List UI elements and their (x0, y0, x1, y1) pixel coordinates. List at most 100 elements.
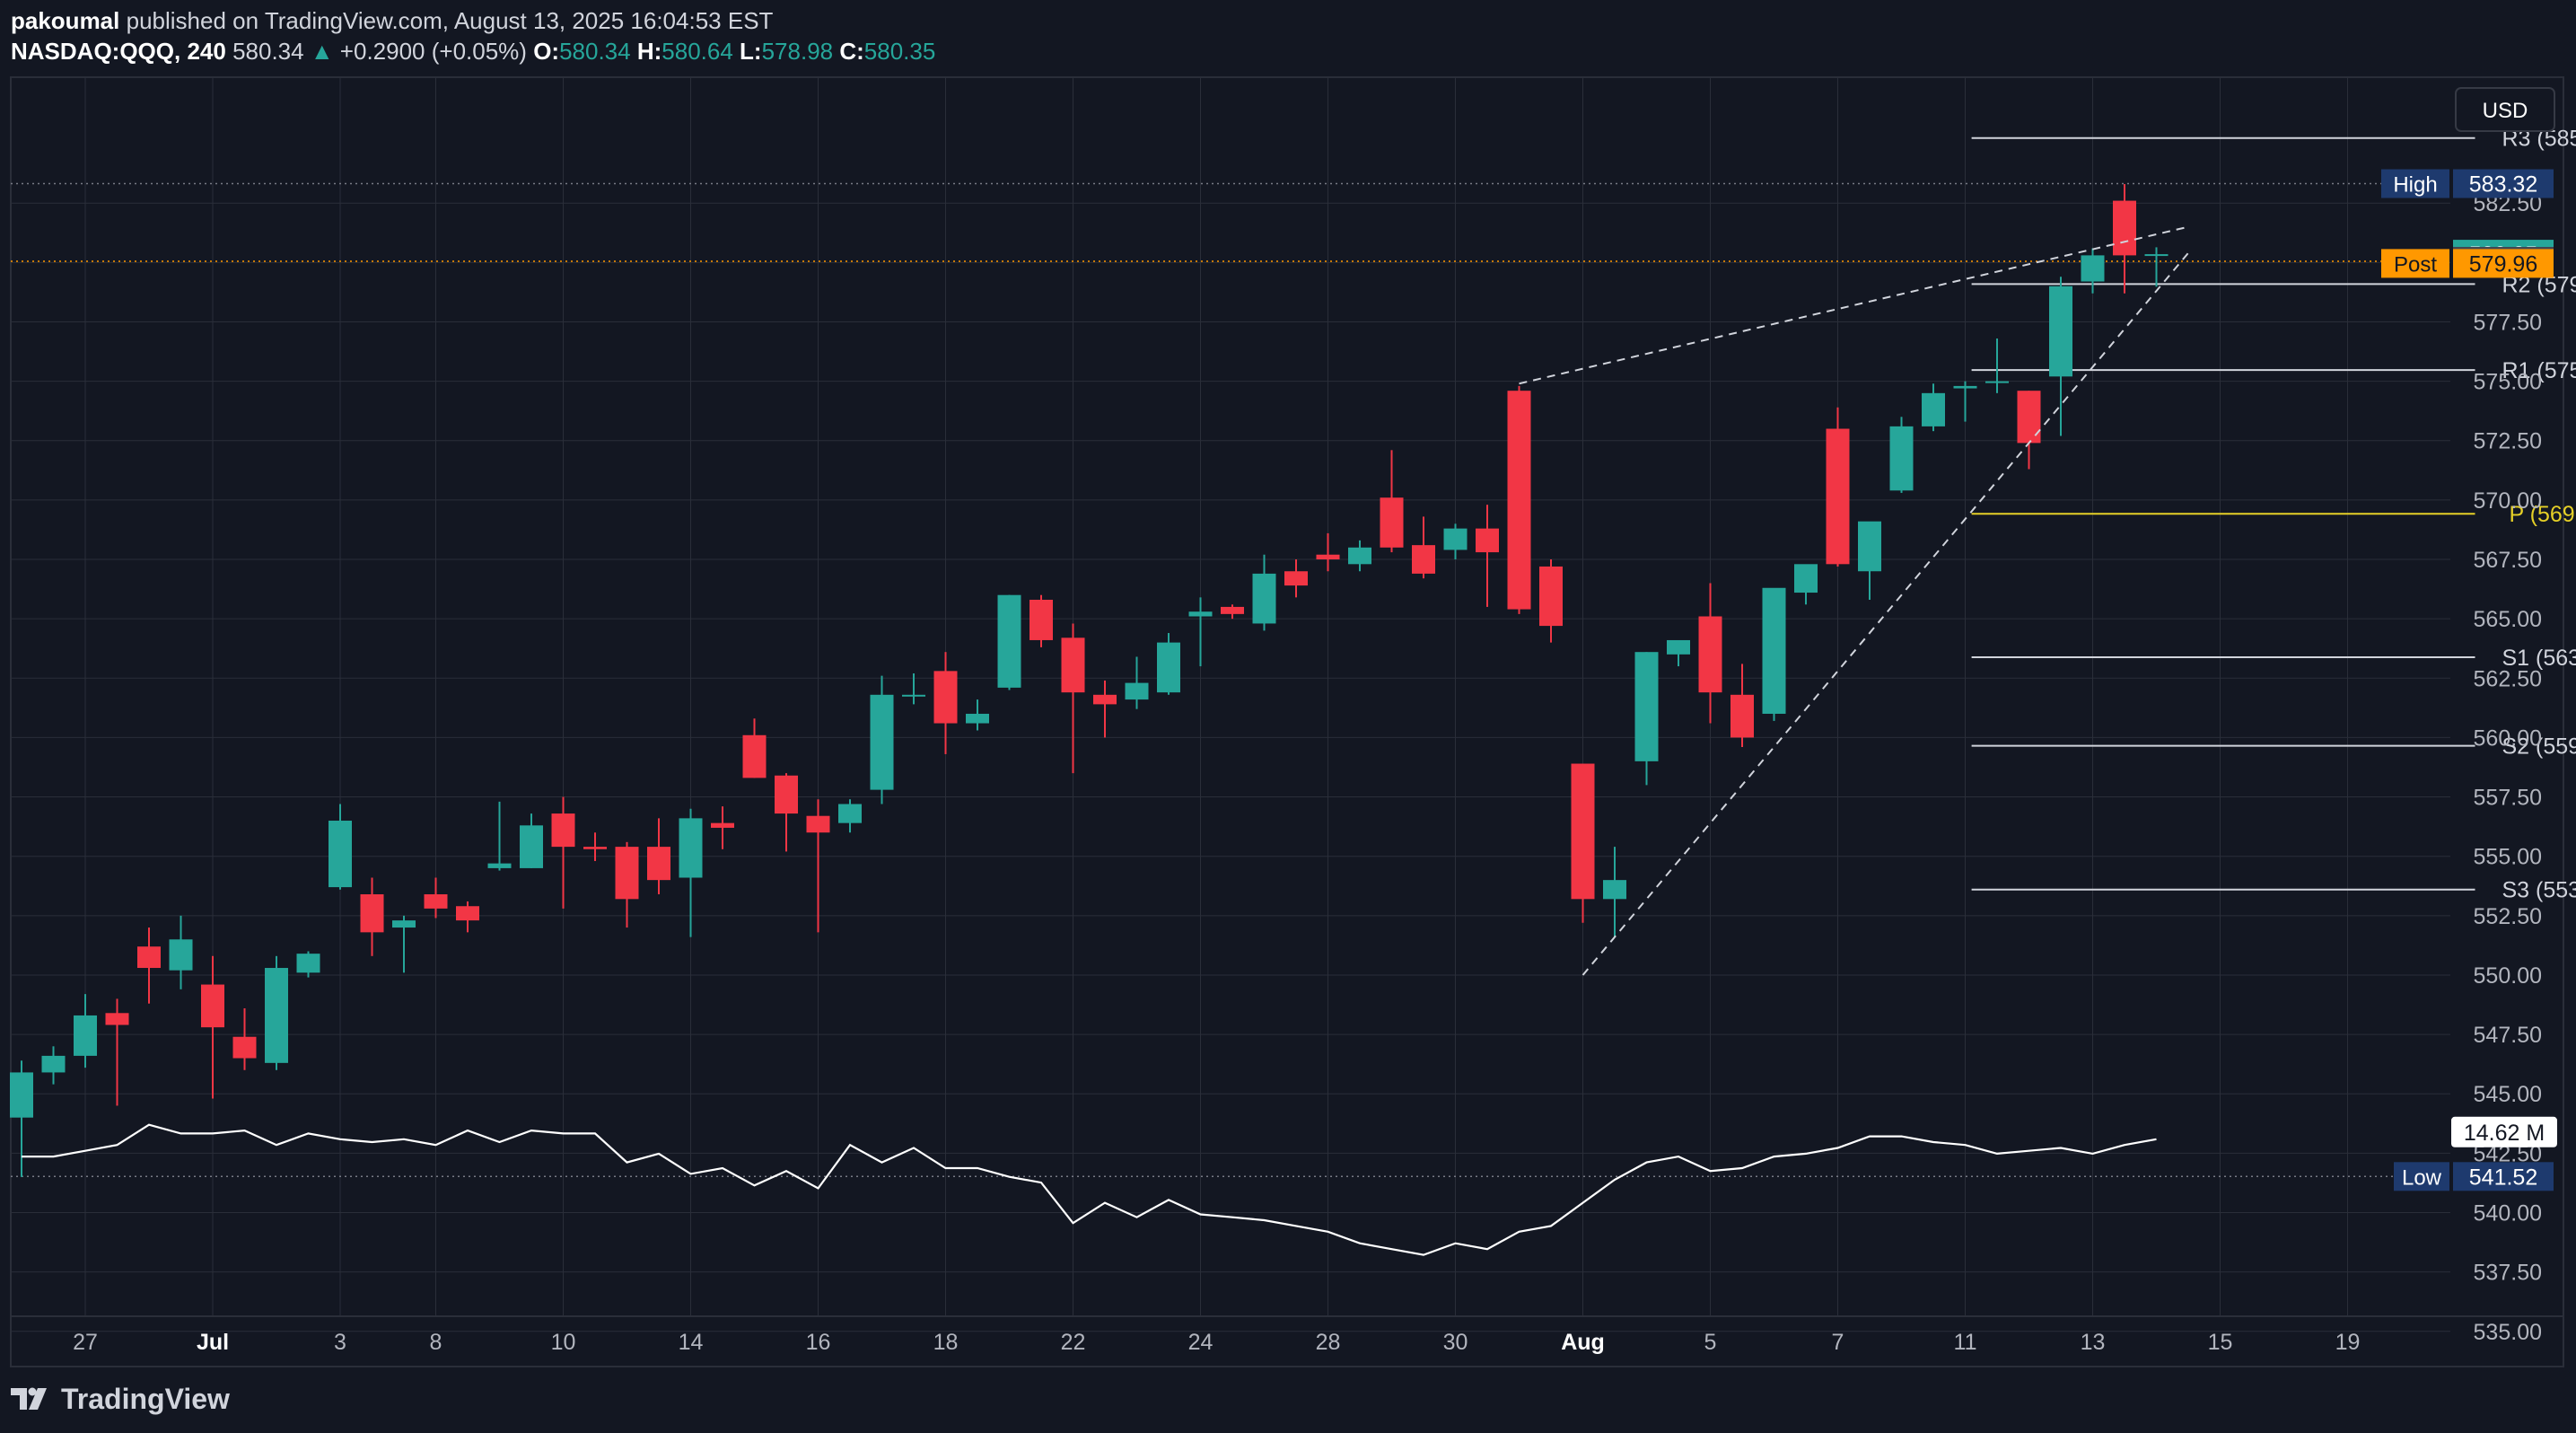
post-price-label: 579.96 (2469, 251, 2537, 277)
currency-label: USD (2483, 99, 2528, 123)
time-tick-label: 19 (2335, 1330, 2361, 1355)
level-label-s3: S3 (553.60) (2502, 878, 2576, 903)
time-tick-label: 7 (1832, 1330, 1844, 1355)
candle-body (679, 818, 703, 878)
price-tick-label: 557.50 (2474, 786, 2542, 811)
candle-body (1889, 426, 1914, 491)
time-axis[interactable]: 27 Jul 3 8 10 14 16 18 22 24 28 30 Aug 5 7 11 13 15 19 (11, 1315, 2563, 1355)
price-tick-label: 552.50 (2474, 904, 2542, 929)
candle-body (2113, 200, 2136, 256)
candle-body (1922, 392, 1945, 426)
time-tick-label: Jul (197, 1330, 229, 1355)
candle-body (1476, 528, 1499, 553)
open-label: O: (533, 38, 560, 65)
low-value-tag: Low (2402, 1165, 2442, 1190)
time-tick-label: 3 (334, 1330, 346, 1355)
author-name[interactable]: pakoumal (11, 7, 119, 34)
price-tick-label: 550.00 (2474, 963, 2542, 989)
candle-body (1762, 587, 1786, 714)
candle-body (775, 775, 798, 814)
candle-body (1157, 642, 1180, 693)
close-value: 580.35 (863, 38, 936, 65)
time-tick-label: 27 (73, 1330, 98, 1355)
price-tick-label: 535.00 (2474, 1320, 2542, 1345)
published-text: published on TradingView.com, August 13,… (126, 7, 774, 34)
candle-body (2081, 255, 2105, 282)
high-value-text: 580.64 (662, 38, 733, 65)
time-tick-label: 24 (1188, 1330, 1214, 1355)
close-label: C: (839, 38, 864, 65)
candle-body (1730, 694, 1754, 738)
candle-body (806, 815, 830, 833)
price-tick-label: 565.00 (2474, 607, 2542, 632)
candle-body (1858, 521, 1881, 572)
candle-body (232, 1036, 257, 1059)
candle-body (74, 1015, 97, 1056)
candle-body (902, 694, 925, 697)
candle-body (1125, 682, 1149, 700)
time-tick-label: 18 (933, 1330, 959, 1355)
symbol-name[interactable]: NASDAQ:QQQ, 240 (11, 38, 226, 65)
brand-text: TradingView (61, 1382, 230, 1415)
candle-body (1348, 547, 1371, 565)
volume-value-label: 14.62 M (2464, 1121, 2545, 1146)
candle-body (742, 734, 767, 778)
time-tick-label: 5 (1704, 1330, 1717, 1355)
candle-body (520, 825, 543, 868)
candle-body (137, 946, 161, 969)
price-tick-label: 577.50 (2474, 310, 2542, 335)
candle-body (1507, 391, 1531, 610)
trendline (1519, 225, 2189, 385)
price-tick-label: 545.00 (2474, 1082, 2542, 1107)
candle-body (1539, 566, 1563, 627)
change-text: +0.2900 (+0.05%) (339, 38, 527, 65)
time-tick-label: 11 (1954, 1330, 1977, 1355)
currency-button[interactable]: USD (2455, 87, 2555, 132)
time-tick-label: 13 (2081, 1330, 2106, 1355)
candle-body (169, 939, 193, 971)
time-tick-label: 22 (1061, 1330, 1086, 1355)
symbol-legend: NASDAQ:QQQ, 240 580.34 ▲ +0.2900 (+0.05%… (11, 36, 935, 66)
low-label: L: (740, 38, 762, 65)
candle-body (1794, 564, 1818, 593)
time-tick-label: Aug (1561, 1330, 1605, 1355)
volume-series-line (22, 1123, 2157, 1256)
chart-header: pakoumal published on TradingView.com, A… (11, 5, 935, 66)
price-tick-label: 537.50 (2474, 1261, 2542, 1286)
candle-body (1443, 528, 1468, 550)
low-value-label: 541.52 (2469, 1165, 2537, 1190)
candle-body (296, 954, 320, 973)
candle-body (1252, 573, 1276, 624)
high-label: H: (636, 38, 662, 65)
candle-body (487, 863, 512, 868)
up-arrow-icon: ▲ (310, 38, 334, 65)
candle-body (1826, 428, 1850, 565)
candle-body (933, 671, 958, 724)
price-chart[interactable]: R3 (585.24)R2 (579R1 (575.47)P (569.42)S… (0, 0, 2576, 1433)
candle-body (966, 713, 989, 724)
candle-body (1953, 385, 1977, 389)
time-tick-label: 16 (806, 1330, 831, 1355)
price-tick-label: 547.50 (2474, 1023, 2542, 1048)
time-tick-label: 14 (679, 1330, 704, 1355)
candle-body (1188, 611, 1213, 617)
trendlines (1519, 225, 2189, 976)
candle-body (329, 821, 352, 888)
price-tick-label: 555.00 (2474, 845, 2542, 870)
candle-body (2049, 286, 2072, 377)
candle-body (105, 1013, 129, 1025)
candle-body (1061, 637, 1085, 693)
tradingview-logo[interactable]: TradingView (11, 1381, 230, 1417)
candle-body (997, 594, 1021, 688)
candle-body (711, 822, 734, 828)
candle-body (2144, 254, 2169, 257)
candle-body (2017, 391, 2041, 444)
price-tick-label: 562.50 (2474, 666, 2542, 691)
time-tick-label: 30 (1443, 1330, 1468, 1355)
candle-body (424, 894, 448, 909)
price-tick-label: 560.00 (2474, 725, 2542, 751)
candle-body (1634, 652, 1659, 761)
tradingview-logo-icon (11, 1387, 47, 1410)
candle-body (201, 984, 224, 1028)
candle-body (615, 847, 639, 900)
